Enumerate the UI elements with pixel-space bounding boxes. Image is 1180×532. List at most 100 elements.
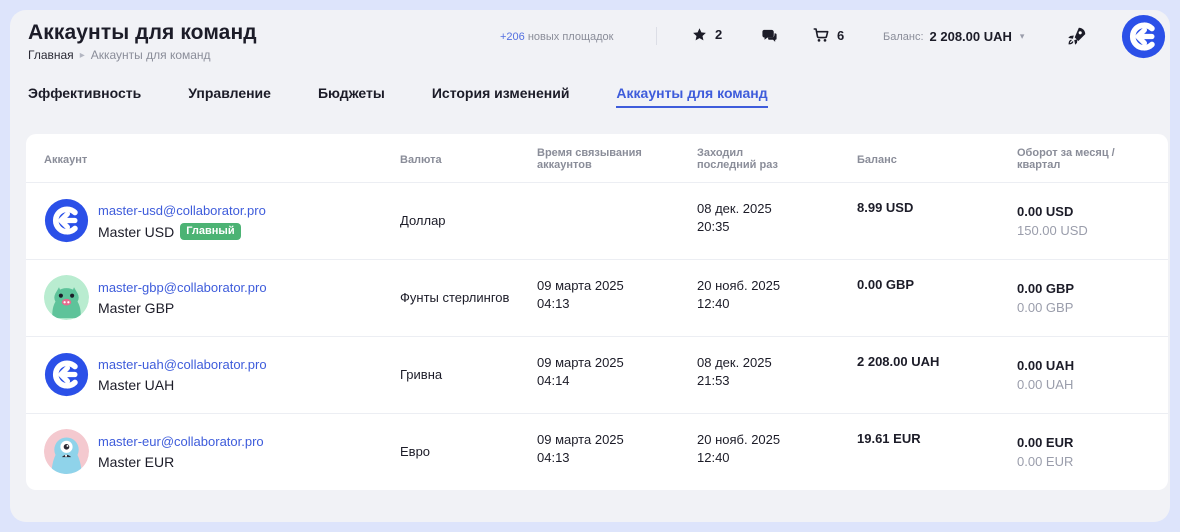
last-login-cell: 20 нояб. 2025 12:40: [697, 431, 780, 467]
table-row[interactable]: master-gbp@collaborator.pro Master GBP Ф…: [26, 260, 1168, 337]
col-account: Аккаунт: [44, 154, 88, 166]
header-divider: [656, 27, 657, 45]
tabs-bar: Эффективность Управление Бюджеты История…: [28, 85, 815, 108]
cart-count: 6: [837, 27, 845, 43]
tab-team-accounts[interactable]: Аккаунты для команд: [616, 85, 768, 108]
last-login-cell: 08 дек. 2025 21:53: [697, 354, 772, 390]
account-email-link[interactable]: master-uah@collaborator.pro: [98, 357, 267, 372]
breadcrumb-current: Аккаунты для команд: [90, 48, 211, 62]
page-header: Аккаунты для команд Главная ▸ Аккаунты д…: [10, 10, 1170, 130]
balance-cell: 0.00 GBP: [857, 277, 915, 292]
account-name: Master UAH: [98, 377, 174, 393]
col-last-login-line2: последний раз: [697, 159, 778, 171]
green-monster-icon: [44, 275, 89, 320]
last-login-time: 20:35: [697, 219, 730, 234]
turnover-quarter: 150.00 USD: [1017, 223, 1088, 238]
table-header: Аккаунт Валюта Время связывания аккаунто…: [26, 134, 1168, 183]
app-frame: Аккаунты для команд Главная ▸ Аккаунты д…: [10, 10, 1170, 522]
chevron-down-icon: ▾: [1019, 31, 1025, 41]
cart-button[interactable]: 6: [813, 27, 844, 43]
col-linked-time-line2: аккаунтов: [537, 159, 592, 171]
rocket-icon: [1068, 27, 1086, 45]
account-name-text: Master USD: [98, 223, 175, 240]
balance-value: 2 208.00 UAH: [929, 29, 1012, 44]
turnover-quarter: 0.00 EUR: [1017, 454, 1074, 469]
linked-date: 09 марта 2025: [537, 432, 624, 447]
linked-time: 04:13: [537, 450, 570, 465]
tab-effectiveness[interactable]: Эффективность: [28, 85, 141, 108]
balance-dropdown[interactable]: Баланс: 2 208.00 UAH ▾: [883, 29, 1024, 44]
collaborator-logo-icon: [1121, 14, 1166, 59]
col-turnover-line1: Оборот за месяц /: [1017, 147, 1115, 159]
tab-history[interactable]: История изменений: [432, 85, 570, 108]
account-email-link[interactable]: master-eur@collaborator.pro: [98, 434, 264, 449]
linked-time: 04:14: [537, 373, 570, 388]
balance-cell: 2 208.00 UAH: [857, 354, 940, 369]
col-turnover: Оборот за месяц / квартал: [1017, 147, 1115, 171]
balance-label: Баланс:: [883, 30, 924, 43]
turnover-month: 0.00 UAH: [1017, 358, 1075, 373]
account-name: Master GBP: [98, 300, 174, 316]
col-balance: Баланс: [857, 154, 897, 166]
star-icon: [693, 28, 706, 41]
turnover-quarter: 0.00 GBP: [1017, 300, 1074, 315]
new-sites-count: +206: [500, 31, 525, 43]
user-avatar[interactable]: [1121, 14, 1166, 64]
tab-management[interactable]: Управление: [188, 85, 271, 108]
new-sites-label: новых площадок: [527, 31, 614, 43]
account-name-text: Master UAH: [98, 377, 175, 393]
linked-time: 04:13: [537, 296, 570, 311]
col-last-login: Заходил последний раз: [697, 147, 778, 171]
col-turnover-line2: квартал: [1017, 159, 1061, 171]
favorites-count: 2: [715, 27, 723, 42]
turnover-month: 0.00 USD: [1017, 204, 1074, 219]
tab-budgets[interactable]: Бюджеты: [318, 85, 385, 108]
balance-cell: 8.99 USD: [857, 200, 914, 215]
account-name: Master USD Главный: [98, 223, 241, 240]
last-login-cell: 08 дек. 2025 20:35: [697, 200, 772, 236]
avatar: [44, 275, 89, 320]
account-name: Master EUR: [98, 454, 174, 470]
collaborator-logo-icon: [44, 198, 89, 243]
col-last-login-line1: Заходил: [697, 147, 744, 159]
last-login-date: 20 нояб. 2025: [697, 432, 781, 447]
table-row[interactable]: master-uah@collaborator.pro Master UAH Г…: [26, 337, 1168, 414]
breadcrumb: Главная ▸ Аккаунты для команд: [28, 48, 211, 62]
account-name-text: Master GBP: [98, 300, 175, 316]
avatar: [44, 198, 89, 243]
chat-button[interactable]: [761, 27, 778, 44]
currency-cell: Евро: [400, 444, 431, 459]
favorites-button[interactable]: 2: [692, 27, 722, 42]
page-title: Аккаунты для команд: [28, 21, 257, 44]
blue-monster-icon: [44, 429, 89, 474]
linked-time-cell: 09 марта 2025 04:13: [537, 431, 624, 467]
avatar: [44, 352, 89, 397]
collaborator-logo-icon: [44, 352, 89, 397]
turnover-month: 0.00 GBP: [1017, 281, 1075, 296]
breadcrumb-home[interactable]: Главная: [28, 48, 74, 62]
new-sites-link[interactable]: +206 новых площадок: [500, 31, 613, 43]
accounts-table: Аккаунт Валюта Время связывания аккаунто…: [26, 134, 1168, 490]
col-linked-time-line1: Время связывания: [537, 147, 642, 159]
currency-cell: Доллар: [400, 213, 446, 228]
last-login-time: 12:40: [697, 296, 730, 311]
balance-cell: 19.61 EUR: [857, 431, 921, 446]
currency-cell: Гривна: [400, 367, 443, 382]
table-row[interactable]: master-eur@collaborator.pro Master EUR Е…: [26, 414, 1168, 490]
last-login-date: 08 дек. 2025: [697, 355, 772, 370]
currency-cell: Фунты стерлингов: [400, 290, 510, 305]
linked-time-cell: 09 марта 2025 04:13: [537, 277, 624, 313]
col-linked-time: Время связывания аккаунтов: [537, 147, 642, 171]
account-email-link[interactable]: master-usd@collaborator.pro: [98, 203, 266, 218]
cart-icon: [813, 28, 829, 42]
table-row[interactable]: master-usd@collaborator.pro Master USD Г…: [26, 183, 1168, 260]
last-login-date: 20 нояб. 2025: [697, 278, 781, 293]
breadcrumb-separator-icon: ▸: [79, 49, 85, 61]
avatar: [44, 429, 89, 474]
status-badge: Главный: [180, 223, 241, 240]
last-login-time: 21:53: [697, 373, 730, 388]
turnover-month: 0.00 EUR: [1017, 435, 1074, 450]
rocket-button[interactable]: [1066, 25, 1088, 52]
last-login-time: 12:40: [697, 450, 730, 465]
account-email-link[interactable]: master-gbp@collaborator.pro: [98, 280, 267, 295]
